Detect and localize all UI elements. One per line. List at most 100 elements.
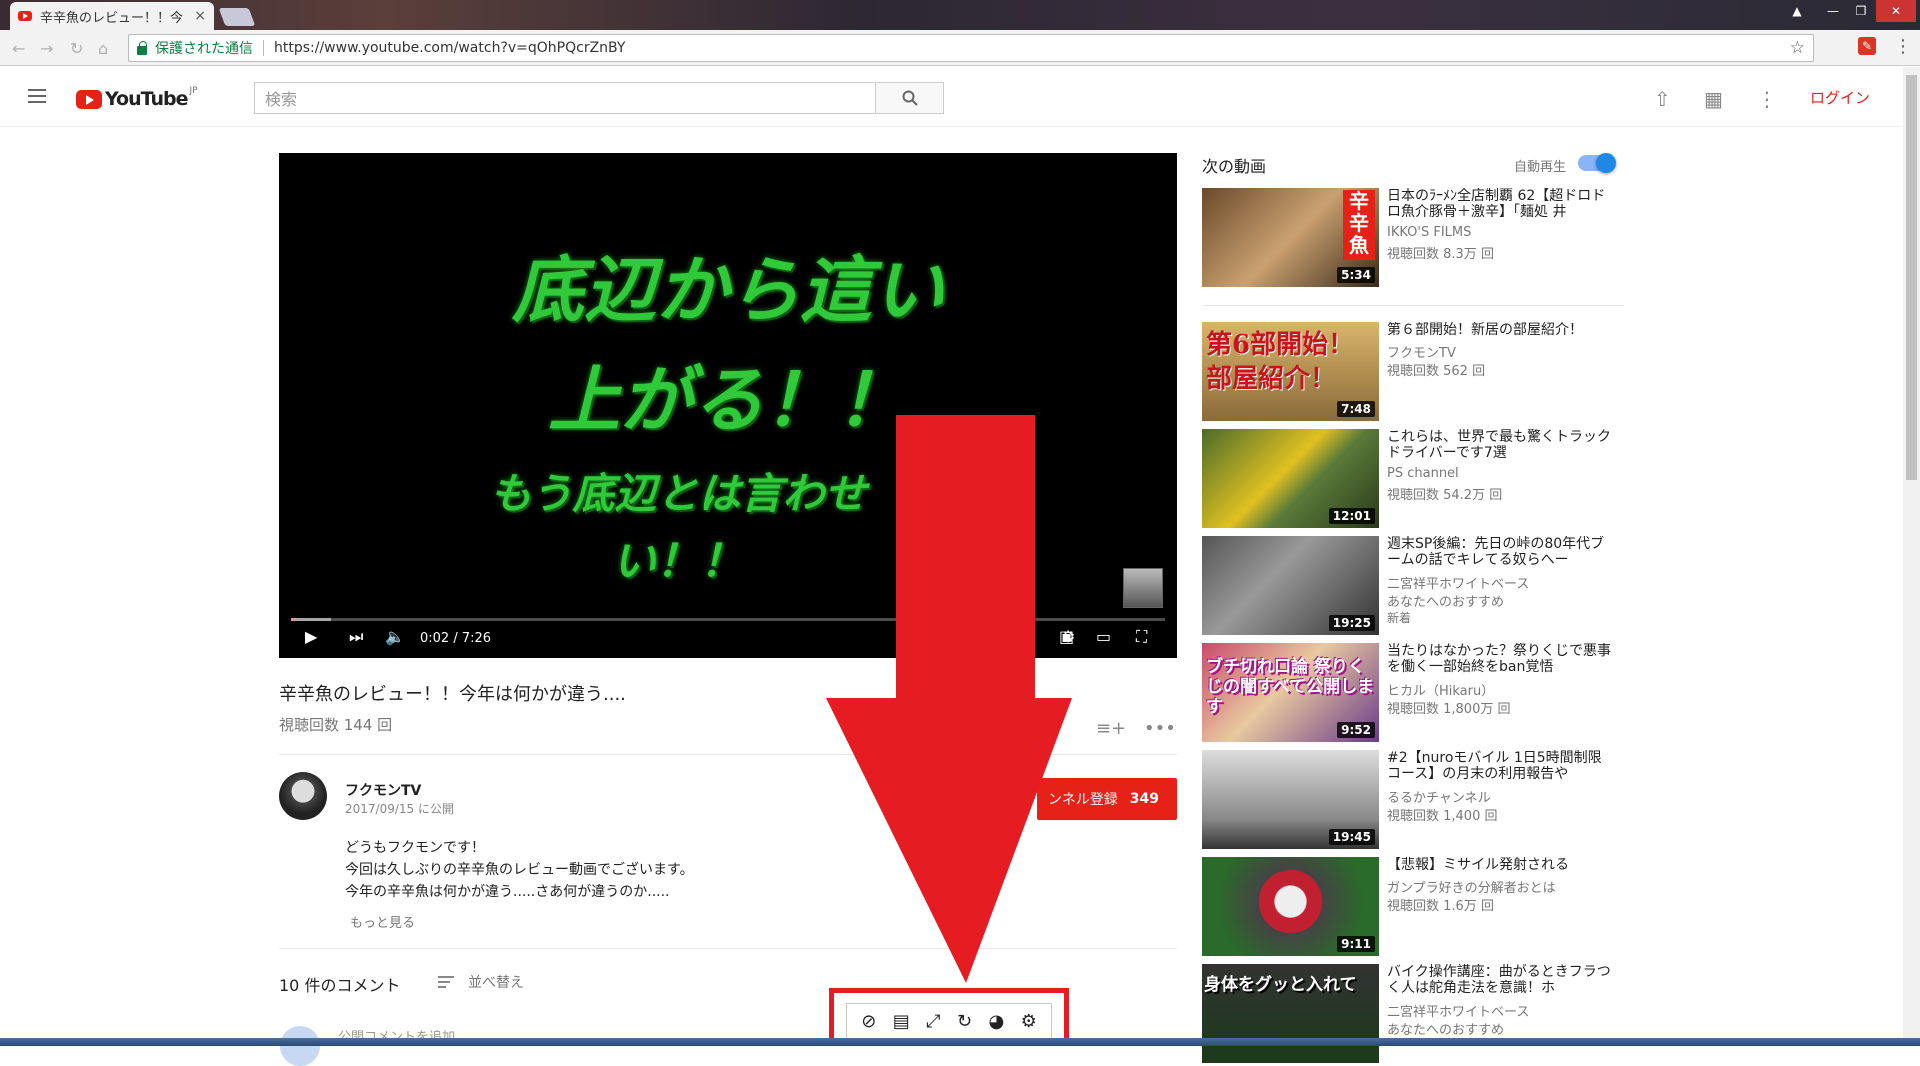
- sidebar-video-item[interactable]: 12:01 これらは、世界で最も驚くトラックドライバーです7選 PS chann…: [1202, 429, 1632, 529]
- show-more-link[interactable]: もっと見る: [350, 912, 415, 931]
- search-button[interactable]: [876, 82, 944, 114]
- logo-region: JP: [189, 86, 198, 96]
- sidebar-video-channel: 二宮祥平ホワイトベース: [1387, 1005, 1530, 1020]
- youtube-favicon-icon: [18, 11, 32, 21]
- channel-watermark[interactable]: [1123, 568, 1163, 608]
- sidebar-video-title[interactable]: 【悲報】ミサイル発射される: [1387, 857, 1612, 873]
- channel-name[interactable]: フクモンTV: [345, 780, 421, 800]
- sidebar-video-title[interactable]: #2【nuroモバイル 1日5時間制限コース】の月末の利用報告や: [1387, 750, 1612, 782]
- speed-icon[interactable]: ◕: [989, 1011, 1005, 1032]
- browser-tab-bar: 辛辛魚のレビュー！！今 × ▲ — ❐ ✕: [0, 0, 1920, 30]
- sidebar-video-item[interactable]: 9:11 【悲報】ミサイル発射される ガンプラ好きの分解者おとは 視聴回数 1.…: [1202, 857, 1632, 957]
- browser-tab-youtube[interactable]: 辛辛魚のレビュー！！今 ×: [10, 2, 214, 30]
- reload-browser-icon[interactable]: ↻: [70, 39, 83, 58]
- thumbnail-text: 辛辛魚: [1343, 190, 1375, 260]
- duration-badge: 9:11: [1337, 936, 1375, 952]
- video-thumbnail[interactable]: 12:01: [1202, 429, 1379, 528]
- video-thumbnail[interactable]: 第6部開始！部屋紹介！ 7:48: [1202, 322, 1379, 421]
- browser-toolbar: ← → ↻ ⌂ 保護された通信 https://www.youtube.com/…: [0, 30, 1920, 66]
- hamburger-menu-icon[interactable]: [28, 89, 46, 103]
- video-extension-toolbar: ⊘ ▤ ⤢ ↻ ◕ ⚙: [846, 1003, 1052, 1039]
- sidebar-video-channel: ガンプラ好きの分解者おとは: [1387, 881, 1556, 896]
- sidebar-video-item[interactable]: 第6部開始！部屋紹介！ 7:48 第６部開始！新居の部屋紹介！ フクモンTV 視…: [1202, 322, 1632, 422]
- sidebar-video-title[interactable]: これらは、世界で最も驚くトラックドライバーです7選: [1387, 429, 1612, 461]
- address-bar[interactable]: 保護された通信 https://www.youtube.com/watch?v=…: [128, 34, 1814, 62]
- video-thumbnail[interactable]: 9:11: [1202, 857, 1379, 956]
- lock-icon: [137, 40, 147, 55]
- more-options-icon[interactable]: ⋮: [1757, 87, 1777, 111]
- fullscreen-icon[interactable]: ⛶: [1136, 627, 1147, 647]
- upload-icon[interactable]: ⇧: [1654, 87, 1671, 111]
- add-to-playlist-icon[interactable]: ≡+: [1096, 718, 1126, 739]
- duration-badge: 9:52: [1337, 722, 1375, 738]
- sidebar-divider: [1202, 305, 1624, 306]
- block-icon[interactable]: ⊘: [861, 1011, 876, 1032]
- restore-icon[interactable]: ❐: [1848, 0, 1874, 22]
- os-taskbar: [0, 1038, 1920, 1046]
- sidebar-video-views: 視聴回数 1.6万 回: [1387, 899, 1494, 914]
- apps-grid-icon[interactable]: ▦: [1704, 87, 1723, 111]
- video-thumbnail[interactable]: 辛辛魚 5:34: [1202, 188, 1379, 287]
- sidebar-video-title[interactable]: 第６部開始！新居の部屋紹介！: [1387, 322, 1612, 338]
- sidebar-video-item[interactable]: 辛辛魚 5:34 日本のﾗｰﾒﾝ全店制覇 62【超ドロドロ魚介豚骨＋激辛】「麺処…: [1202, 188, 1632, 288]
- sidebar-video-item[interactable]: 19:45 #2【nuroモバイル 1日5時間制限コース】の月末の利用報告や る…: [1202, 750, 1632, 850]
- thumbnail-text: 第6部開始！部屋紹介！: [1206, 330, 1355, 394]
- sidebar-video-item[interactable]: ブチ切れ口論 祭りくじの闇すべて公開します 9:52 当たりはなかった？祭りくじ…: [1202, 643, 1632, 743]
- next-icon[interactable]: ⏭: [349, 627, 363, 647]
- video-thumbnail[interactable]: ブチ切れ口論 祭りくじの闇すべて公開します 9:52: [1202, 643, 1379, 742]
- sidebar-video-item[interactable]: 19:25 週末SP後編：先日の峠の80年代ブームの話でキレてる奴らへー 二宮祥…: [1202, 536, 1632, 636]
- description-line: 今回は久しぶりの辛辛魚のレビュー動画でございます。: [345, 862, 694, 878]
- home-icon[interactable]: ⌂: [98, 39, 108, 58]
- play-icon[interactable]: ▶: [305, 627, 317, 646]
- sidebar-video-title[interactable]: 当たりはなかった？祭りくじで悪事を働く一部始終をban覚悟: [1387, 643, 1612, 675]
- sidebar-video-title[interactable]: 日本のﾗｰﾒﾝ全店制覇 62【超ドロドロ魚介豚骨＋激辛】「麺処 井: [1387, 188, 1612, 220]
- thumbnail-text: 身体をグッと入れて: [1204, 975, 1357, 995]
- commenter-avatar: [280, 1026, 320, 1066]
- film-icon[interactable]: ▤: [893, 1011, 910, 1032]
- browser-menu-icon[interactable]: ⋮: [1894, 36, 1912, 57]
- volume-icon[interactable]: 🔈: [385, 627, 405, 646]
- sidebar-video-title[interactable]: 週末SP後編：先日の峠の80年代ブームの話でキレてる奴らへー: [1387, 536, 1612, 568]
- sidebar-video-views: 視聴回数 1,400 回: [1387, 809, 1498, 824]
- video-thumbnail[interactable]: 身体をグッと入れて: [1202, 964, 1379, 1063]
- settings-icon[interactable]: ⚙: [1021, 1011, 1037, 1032]
- sidebar-video-views: 視聴回数 1,800万 回: [1387, 702, 1511, 717]
- tab-close-icon[interactable]: ×: [194, 8, 206, 24]
- autoplay-label: 自動再生: [1514, 160, 1567, 175]
- url-text: https://www.youtube.com/watch?v=qOhPQcrZ…: [274, 40, 626, 56]
- sidebar-video-views: 視聴回数 562 回: [1387, 364, 1486, 379]
- expand-icon[interactable]: ⤢: [926, 1011, 940, 1032]
- video-thumbnail[interactable]: 19:25: [1202, 536, 1379, 635]
- video-more-actions-icon[interactable]: •••: [1144, 718, 1176, 739]
- bookmark-star-icon[interactable]: ☆: [1790, 38, 1805, 58]
- secure-label: 保護された通信: [155, 41, 253, 57]
- minimize-icon[interactable]: —: [1820, 0, 1846, 22]
- search-input[interactable]: 検索: [254, 82, 876, 114]
- reload-icon[interactable]: ↻: [957, 1011, 972, 1032]
- video-overlay-line-1: 底辺から這い: [511, 248, 944, 332]
- page-scrollbar[interactable]: [1903, 67, 1920, 1046]
- back-arrow-icon[interactable]: ←: [12, 39, 25, 58]
- view-count: 視聴回数 144 回: [279, 716, 393, 734]
- video-description: どうもフクモンです！ 今回は久しぶりの辛辛魚のレビュー動画でございます。 今年の…: [345, 837, 694, 903]
- new-badge: 新着: [1387, 611, 1412, 625]
- sort-comments-button[interactable]: 並べ替え: [438, 972, 524, 992]
- sidebar-video-title[interactable]: バイク操作講座：曲がるときフラつく人は舵角走法を意識！ホ: [1387, 964, 1612, 996]
- sidebar-video-channel: PS channel: [1387, 466, 1459, 481]
- user-profile-icon[interactable]: ▲: [1786, 0, 1808, 22]
- autoplay-toggle[interactable]: [1578, 153, 1616, 173]
- search-icon: [902, 90, 918, 106]
- channel-avatar[interactable]: [279, 772, 327, 820]
- extension-icon[interactable]: ✎: [1858, 37, 1876, 55]
- window-close-icon[interactable]: ✕: [1876, 0, 1916, 22]
- youtube-logo[interactable]: YouTube JP: [76, 86, 198, 110]
- theater-mode-icon[interactable]: ▭: [1096, 627, 1111, 646]
- sidebar-video-item[interactable]: 身体をグッと入れて バイク操作講座：曲がるときフラつく人は舵角走法を意識！ホ 二…: [1202, 964, 1632, 1064]
- scrollbar-thumb[interactable]: [1906, 75, 1917, 480]
- video-thumbnail[interactable]: 19:45: [1202, 750, 1379, 849]
- new-tab-button[interactable]: [218, 8, 256, 26]
- forward-arrow-icon[interactable]: →: [40, 39, 53, 58]
- description-line: どうもフクモンです！: [345, 840, 485, 856]
- login-link[interactable]: ログイン: [1810, 87, 1870, 108]
- sidebar-video-channel: 二宮祥平ホワイトベース: [1387, 577, 1530, 592]
